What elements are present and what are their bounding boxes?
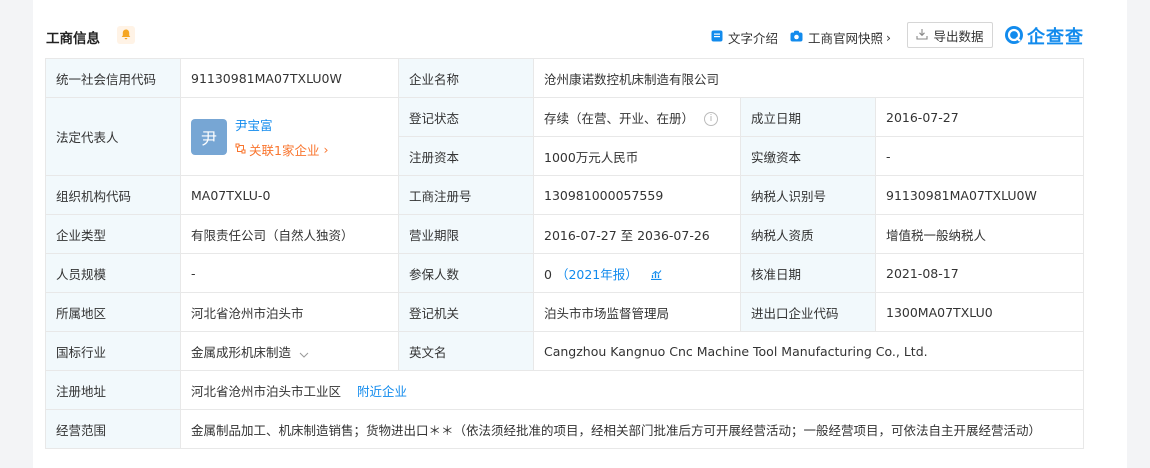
table-row: 企业类型 有限责任公司（自然人独资） 营业期限 2016-07-27 至 203… [45,214,1085,254]
credit-code-value: 91130981MA07TXLU0W [180,58,399,98]
company-name-label: 企业名称 [398,58,534,98]
nearby-companies-link[interactable]: 附近企业 [357,384,407,399]
industry-value: 金属成形机床制造 [191,344,292,360]
chevron-right-icon: › [323,141,329,157]
staff-label: 人员规模 [45,253,181,293]
text-intro-button[interactable]: 文字介绍 [711,28,778,47]
chevron-down-icon [299,346,309,361]
region-label: 所属地区 [45,292,181,332]
ie-code-label: 进出口企业代码 [740,292,876,332]
table-row: 法定代表人 尹 尹宝富 关联1家企业 › 登记状态 存续（在营、开业、在册） i… [45,97,1085,176]
export-label: 导出数据 [933,28,984,44]
term-label: 营业期限 [398,214,534,254]
logo-text: 企查查 [1027,27,1084,48]
insured-label: 参保人数 [398,253,534,293]
reg-capital-label: 注册资本 [398,136,534,176]
company-type-label: 企业类型 [45,214,181,254]
address-cell: 河北省沧州市泊头市工业区 附近企业 [179,370,1085,410]
legal-rep-name-link[interactable]: 尹宝富 [235,115,328,134]
paid-capital-label: 实缴资本 [740,136,876,176]
insured-cell: 0 （2021年报） [533,253,741,293]
table-row: 所属地区 河北省沧州市泊头市 登记机关 泊头市市场监督管理局 进出口企业代码 1… [45,292,1085,332]
reg-capital-value: 1000万元人民币 [533,136,741,176]
related-companies-link[interactable]: 关联1家企业 › [235,140,328,159]
staff-value: - [180,253,399,293]
taxpayer-id-value: 91130981MA07TXLU0W [874,175,1085,215]
taxpayer-qual-value: 增值税一般纳税人 [874,214,1085,254]
company-name-value: 沧州康诺数控机床制造有限公司 [532,58,1085,98]
org-code-label: 组织机构代码 [45,175,181,215]
reg-status-value: 存续（在营、开业、在册） [544,110,695,126]
table-row: 注册地址 河北省沧州市泊头市工业区 附近企业 [45,370,1085,410]
table-row: 统一社会信用代码 91130981MA07TXLU0W 企业名称 沧州康诺数控机… [45,58,1085,98]
chart-icon[interactable] [650,268,662,283]
bell-icon[interactable] [117,26,135,44]
address-value: 河北省沧州市泊头市工业区 [191,383,342,399]
doc-icon [711,30,723,45]
term-value: 2016-07-27 至 2036-07-26 [533,214,741,254]
english-name-value: Cangzhou Kangnuo Cnc Machine Tool Manufa… [532,331,1085,371]
address-label: 注册地址 [45,370,181,410]
export-data-button[interactable]: 导出数据 [907,22,993,48]
avatar[interactable]: 尹 [191,118,227,155]
ie-code-value: 1300MA07TXLU0 [874,292,1085,332]
approve-date-value: 2021-08-17 [874,253,1085,293]
section-title: 工商信息 [46,31,100,47]
paid-capital-value: - [874,136,1085,176]
legal-rep-cell: 尹 尹宝富 关联1家企业 › [180,97,399,176]
table-row: 人员规模 - 参保人数 0 （2021年报） 核准日期 2021-08-17 [45,253,1085,293]
camera-icon [790,30,803,45]
annual-report-link[interactable]: （2021年报） [556,267,638,282]
reg-status-cell: 存续（在营、开业、在册） i [533,97,741,137]
authority-label: 登记机关 [398,292,534,332]
info-icon[interactable]: i [704,112,718,126]
table-row: 经营范围 金属制品加工、机床制造销售；货物进出口＊＊（依法须经批准的项目，经相关… [45,409,1085,449]
link-icon [235,142,246,157]
related-companies-label: 关联1家企业 [249,142,320,158]
approve-date-label: 核准日期 [740,253,876,293]
authority-value: 泊头市市场监督管理局 [533,292,741,332]
english-name-label: 英文名 [398,331,534,371]
industry-cell[interactable]: 金属成形机床制造 [180,331,399,371]
section-header: 工商信息 文字介绍 工商官网快照 › 导出数据 企查查 [33,18,1127,54]
established-label: 成立日期 [740,97,876,137]
established-value: 2016-07-27 [874,97,1085,137]
official-snapshot-button[interactable]: 工商官网快照 › [790,28,891,47]
table-row: 组织机构代码 MA07TXLU-0 工商注册号 130981000057559 … [45,175,1085,215]
legal-rep-label: 法定代表人 [45,97,181,176]
reg-no-label: 工商注册号 [398,175,534,215]
text-intro-label: 文字介绍 [728,31,779,46]
company-type-value: 有限责任公司（自然人独资） [180,214,399,254]
region-value: 河北省沧州市泊头市 [180,292,399,332]
download-icon [916,28,933,43]
snapshot-label: 工商官网快照 [808,31,884,46]
qichacha-logo: 企查查 [1004,23,1084,49]
taxpayer-id-label: 纳税人识别号 [740,175,876,215]
scope-value: 金属制品加工、机床制造销售；货物进出口＊＊（依法须经批准的项目，经相关部门批准后… [179,409,1085,449]
credit-code-label: 统一社会信用代码 [45,58,181,98]
reg-status-label: 登记状态 [398,97,534,137]
business-info-panel: 工商信息 文字介绍 工商官网快照 › 导出数据 企查查 统一社会信用代码 911… [33,0,1127,468]
reg-no-value: 130981000057559 [533,175,741,215]
industry-label: 国标行业 [45,331,181,371]
insured-value: 0 [544,266,552,282]
logo-icon [1004,25,1024,48]
org-code-value: MA07TXLU-0 [180,175,399,215]
taxpayer-qual-label: 纳税人资质 [740,214,876,254]
scope-label: 经营范围 [45,409,181,449]
chevron-right-icon: › [886,30,892,45]
table-row: 国标行业 金属成形机床制造 英文名 Cangzhou Kangnuo Cnc M… [45,331,1085,371]
business-info-table: 统一社会信用代码 91130981MA07TXLU0W 企业名称 沧州康诺数控机… [45,58,1085,449]
